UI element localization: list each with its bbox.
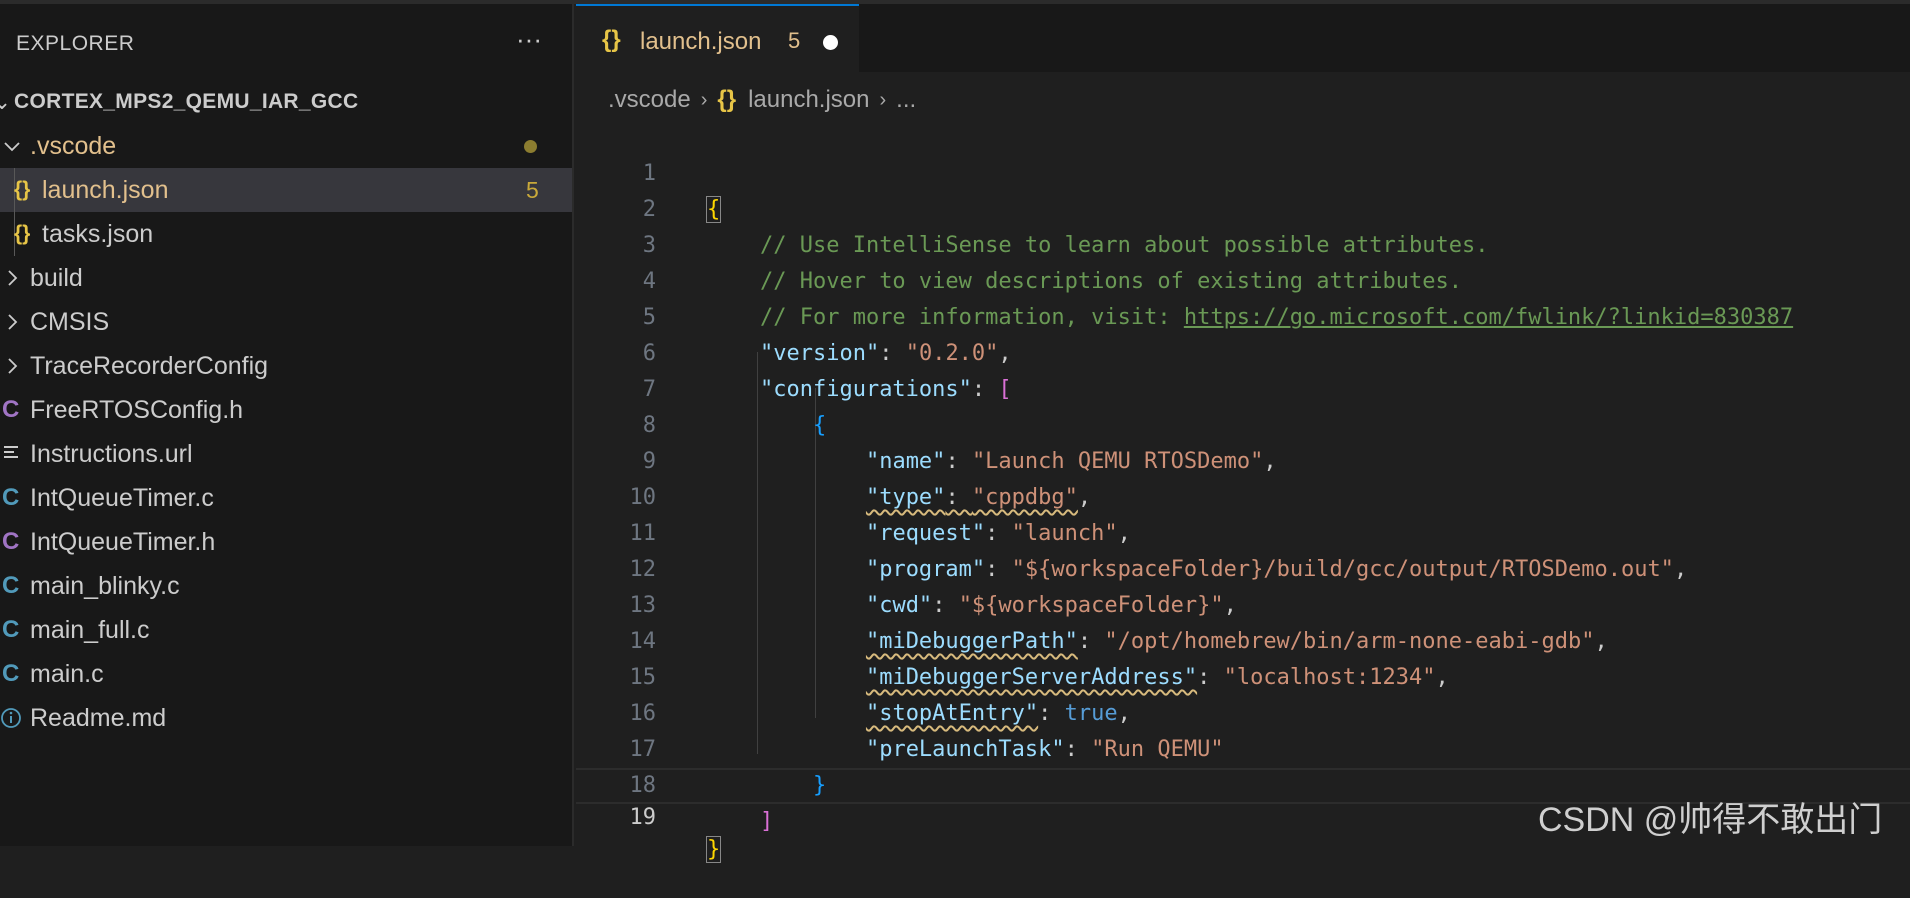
lines-icon xyxy=(4,444,20,462)
explorer-header: EXPLORER ··· xyxy=(0,22,574,62)
tree-item-label: main.c xyxy=(30,659,104,688)
tree-item-tasks-json[interactable]: {} tasks.json xyxy=(0,212,572,256)
code-line: 11 "program": "${workspaceFolder}/build/… xyxy=(576,480,1910,582)
tree-item-label: IntQueueTimer.c xyxy=(30,483,214,512)
tree-item-tracerecorderconfig-folder[interactable]: TraceRecorderConfig xyxy=(0,344,572,388)
c-header-icon: C xyxy=(2,528,20,555)
tree-item-freertosconfig-h[interactable]: C FreeRTOSConfig.h xyxy=(0,388,572,432)
code-line: 10 "request": "launch", xyxy=(576,444,1910,546)
line-content: } xyxy=(705,834,722,866)
tree-item-label: build xyxy=(30,263,83,292)
tree-item-label: Readme.md xyxy=(30,703,167,732)
code-line: 4 // For more information, visit: https:… xyxy=(576,228,1910,330)
breadcrumb-folder[interactable]: .vscode xyxy=(608,86,691,114)
tree-item-label: CMSIS xyxy=(30,307,110,336)
tree-item-intqueuetimer-c[interactable]: C IntQueueTimer.c xyxy=(0,476,572,520)
chevron-down-icon: ⌄ xyxy=(0,89,12,114)
workspace-root-label: CORTEX_MPS2_QEMU_IAR_GCC xyxy=(14,90,359,113)
c-file-icon: C xyxy=(2,572,20,599)
tree-item-cmsis-folder[interactable]: CMSIS xyxy=(0,300,572,344)
c-file-icon: C xyxy=(2,484,20,511)
code-line: 12 "cwd": "${workspaceFolder}", xyxy=(576,516,1910,618)
tab-label: launch.json xyxy=(640,28,762,55)
code-line: 1 { xyxy=(576,120,1910,223)
chevron-right-icon xyxy=(2,312,22,332)
workspace-root[interactable]: ⌄ CORTEX_MPS2_QEMU_IAR_GCC xyxy=(0,80,572,124)
tree-item-label: main_full.c xyxy=(30,615,150,644)
tree-item-vscode-folder[interactable]: .vscode xyxy=(0,124,572,168)
explorer-sidebar: EXPLORER ··· ⌄ CORTEX_MPS2_QEMU_IAR_GCC … xyxy=(0,4,574,846)
breadcrumb-symbol[interactable]: ... xyxy=(896,86,916,114)
c-file-icon: C xyxy=(2,616,20,643)
breadcrumb-file[interactable]: launch.json xyxy=(748,86,869,114)
tree-item-label: FreeRTOSConfig.h xyxy=(30,395,244,424)
code-line: 17 } xyxy=(576,696,1910,798)
json-icon: {} xyxy=(602,26,621,53)
code-line: 2 // Use IntelliSense to learn about pos… xyxy=(576,156,1910,258)
code-line: 16 "preLaunchTask": "Run QEMU" xyxy=(576,660,1910,762)
code-line: 14 "miDebuggerServerAddress": "localhost… xyxy=(576,588,1910,690)
modified-dot-icon xyxy=(524,140,537,153)
breadcrumb: .vscode › {} launch.json › ... xyxy=(608,82,916,118)
problems-badge: 5 xyxy=(526,176,539,203)
chevron-right-icon: › xyxy=(879,88,887,111)
code-line: 13 "miDebuggerPath": "/opt/homebrew/bin/… xyxy=(576,552,1910,654)
chevron-right-icon xyxy=(2,268,22,288)
chevron-right-icon xyxy=(2,356,22,376)
tree-item-build-folder[interactable]: build xyxy=(0,256,572,300)
code-line: 18 ] xyxy=(576,732,1910,834)
tab-launch-json[interactable]: {} launch.json 5 xyxy=(576,4,859,72)
editor-tab-bar: {} launch.json 5 xyxy=(576,4,1910,72)
code-line: 5 "version": "0.2.0", xyxy=(576,264,1910,366)
chevron-right-icon: › xyxy=(700,88,708,111)
tab-problems-count: 5 xyxy=(788,28,801,53)
tree-item-readme-md[interactable]: Readme.md xyxy=(0,696,572,740)
brace-close: } xyxy=(705,836,722,863)
c-header-icon: C xyxy=(2,396,20,423)
tree-item-label: main_blinky.c xyxy=(30,571,180,600)
watermark: CSDN @帅得不敢出门 xyxy=(1538,801,1883,839)
tree-item-main-blinky-c[interactable]: C main_blinky.c xyxy=(0,564,572,608)
tree-item-main-full-c[interactable]: C main_full.c xyxy=(0,608,572,652)
line-number: 19 xyxy=(629,805,657,830)
info-icon xyxy=(0,707,22,729)
file-tree: ⌄ CORTEX_MPS2_QEMU_IAR_GCC .vscode {} la… xyxy=(0,80,572,740)
code-line: 6 "configurations": [ xyxy=(576,300,1910,402)
tree-item-label: TraceRecorderConfig xyxy=(30,351,269,380)
chevron-down-icon xyxy=(2,136,22,156)
unsaved-dot-icon[interactable] xyxy=(823,35,838,50)
code-line: 9 "type": "cppdbg", xyxy=(576,408,1910,510)
tree-item-label: tasks.json xyxy=(42,219,154,248)
explorer-title: EXPLORER xyxy=(16,32,135,55)
tree-item-label: Instructions.url xyxy=(30,439,193,468)
tree-item-label: .vscode xyxy=(30,131,117,160)
code-line: 7 { xyxy=(576,336,1910,438)
code-editor[interactable]: 1 { 2 // Use IntelliSense to learn about… xyxy=(576,120,1910,863)
tree-item-launch-json[interactable]: {} launch.json 5 xyxy=(0,168,572,212)
json-icon: {} xyxy=(717,86,737,113)
tree-item-label: IntQueueTimer.h xyxy=(30,527,216,556)
code-line: 8 "name": "Launch QEMU RTOSDemo", xyxy=(576,372,1910,474)
tree-item-main-c[interactable]: C main.c xyxy=(0,652,572,696)
tree-item-label: launch.json xyxy=(42,175,169,204)
tree-item-instructions-url[interactable]: Instructions.url xyxy=(0,432,572,476)
c-file-icon: C xyxy=(2,660,20,687)
json-icon: {} xyxy=(14,178,31,201)
json-icon: {} xyxy=(14,222,31,245)
code-line: 15 "stopAtEntry": true, xyxy=(576,624,1910,726)
tree-item-intqueuetimer-h[interactable]: C IntQueueTimer.h xyxy=(0,520,572,564)
code-line: 3 // Hover to view descriptions of exist… xyxy=(576,192,1910,294)
more-actions-icon[interactable]: ··· xyxy=(514,24,544,58)
